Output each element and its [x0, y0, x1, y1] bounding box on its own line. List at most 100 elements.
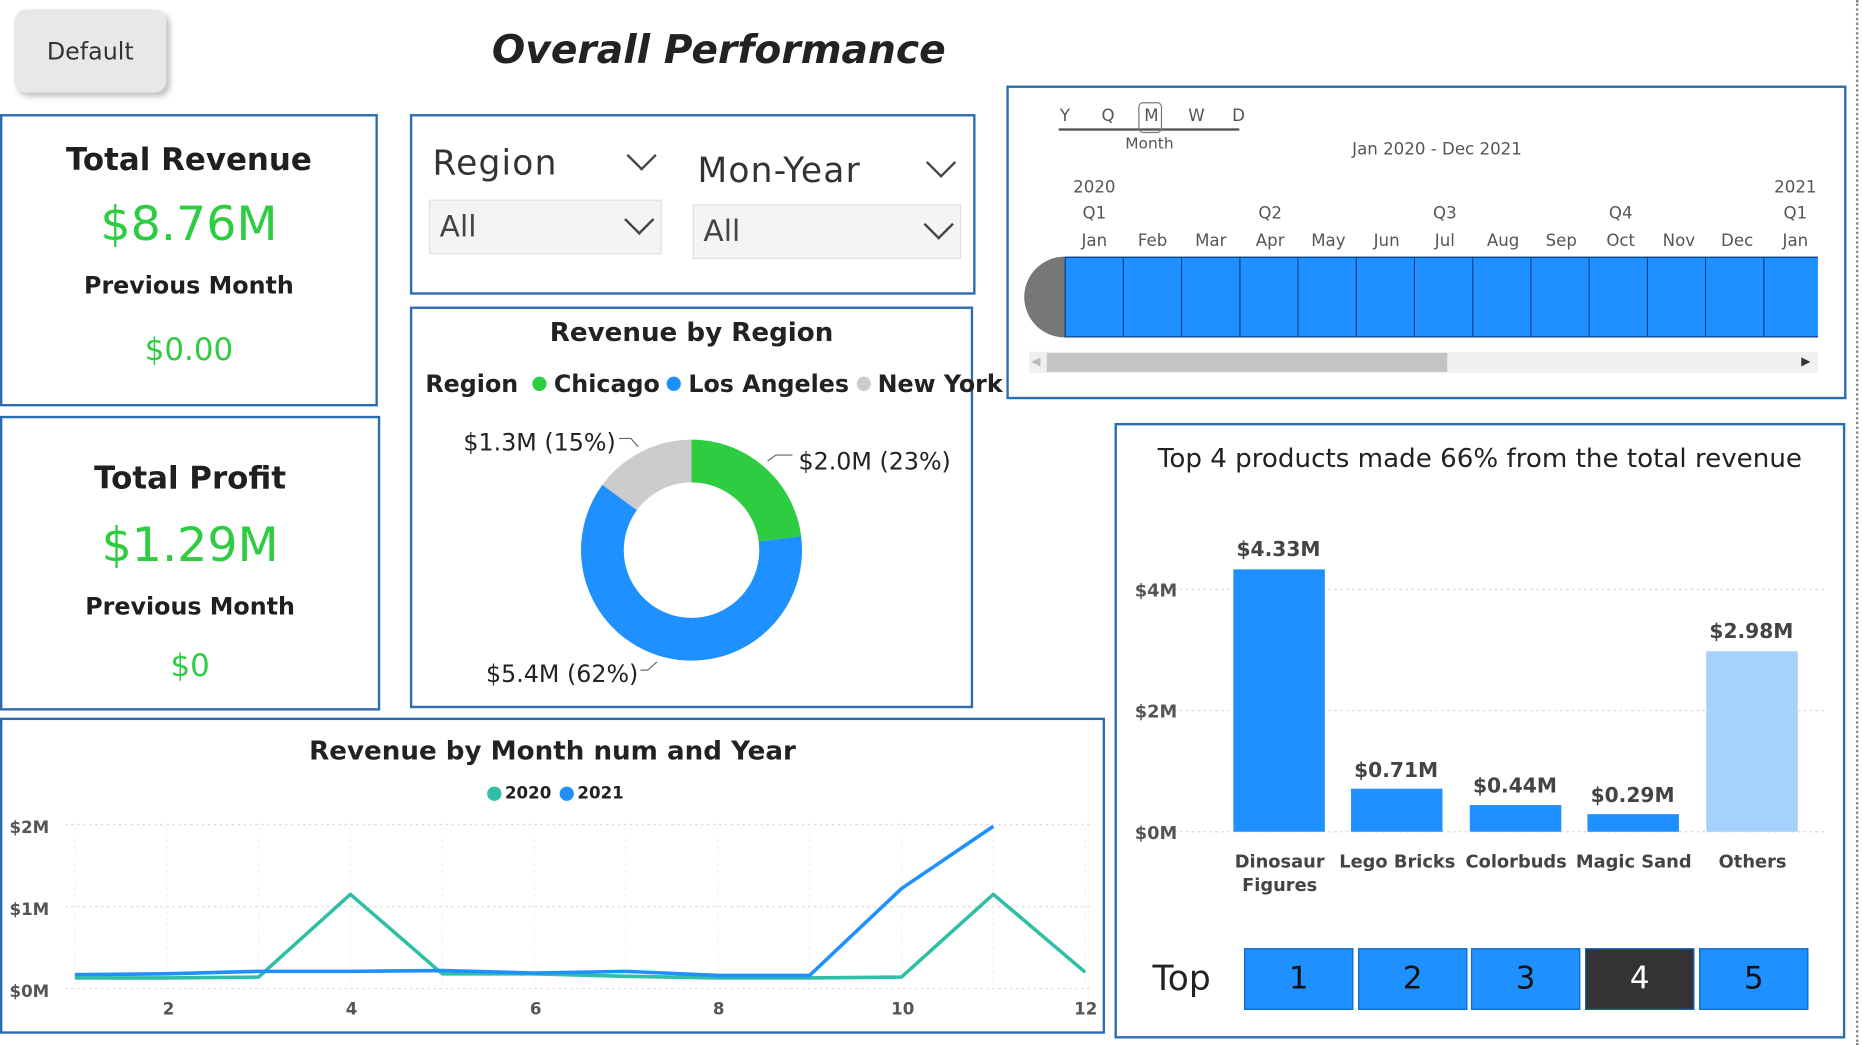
timeline-cell[interactable] — [1356, 256, 1416, 338]
bar-value-label: $0.29M — [1590, 784, 1675, 808]
bar-value-label: $0.71M — [1354, 759, 1439, 784]
bar-category-label: Dinosaur Figures — [1220, 850, 1339, 898]
chevron-down-icon[interactable] — [925, 147, 957, 178]
x-tick: 8 — [712, 1000, 725, 1020]
timeline-year: 2021 — [1774, 178, 1817, 198]
timeline-range-label: Jan 2020 - Dec 2021 — [1352, 140, 1522, 160]
total-revenue-card: Total Revenue $8.76M Previous Month $0.0… — [0, 114, 378, 407]
timeline-quarter: Q3 — [1433, 204, 1457, 224]
bar-category-label: Lego Bricks — [1339, 850, 1456, 873]
bar-others — [1706, 651, 1798, 832]
granularity-y[interactable]: Y — [1060, 107, 1070, 126]
bar-chart — [1173, 569, 1828, 833]
timeline-year: 2020 — [1073, 178, 1116, 198]
line-chart — [65, 822, 1094, 990]
bar-lego-bricks — [1350, 788, 1443, 832]
timeline-cell[interactable] — [1764, 256, 1818, 338]
timeline-cell[interactable] — [1589, 256, 1649, 338]
timeline-month: Jan — [1782, 231, 1809, 251]
timeline-cell[interactable] — [1531, 256, 1590, 338]
timeline-cell[interactable] — [1124, 256, 1183, 338]
timeline-month: Aug — [1486, 231, 1520, 251]
y-tick: $0M — [9, 982, 50, 1002]
monyear-dropdown[interactable]: All — [692, 204, 962, 260]
topn-label: Top — [1152, 957, 1211, 999]
bar-value-label: $2.98M — [1709, 620, 1794, 645]
timeline-cell[interactable] — [1298, 256, 1357, 338]
kpi-subtitle: Previous Month — [84, 270, 294, 300]
timeline-month: Jul — [1434, 231, 1455, 251]
donut-chart — [581, 437, 803, 671]
timeline-scroll-thumb[interactable] — [1046, 352, 1448, 372]
bar-category-label: Others — [1718, 850, 1787, 873]
timeline-month: Oct — [1606, 231, 1636, 251]
kpi-previous-value: $0.00 — [144, 332, 234, 369]
chevron-down-icon[interactable] — [626, 140, 657, 171]
timeline-cell[interactable] — [1415, 256, 1474, 338]
topn-option-3[interactable]: 3 — [1470, 948, 1581, 1010]
y-tick: $4M — [1134, 579, 1178, 602]
timeline-month: Jan — [1081, 231, 1108, 251]
bar-magic-sand — [1587, 814, 1679, 832]
x-tick: 2 — [162, 1000, 175, 1020]
timeline-cell[interactable] — [1706, 256, 1765, 338]
kpi-previous-value: $0 — [170, 648, 210, 685]
x-tick: 4 — [345, 1000, 358, 1020]
timeline-cell[interactable] — [1240, 256, 1299, 338]
bar-colorbuds — [1469, 805, 1562, 832]
leader-line — [767, 454, 793, 462]
granularity-m[interactable]: M — [1144, 107, 1158, 126]
timeline-month: Nov — [1662, 231, 1696, 251]
x-tick: 10 — [891, 1000, 915, 1020]
kpi-title: Total Profit — [94, 461, 287, 497]
granularity-q[interactable]: Q — [1101, 107, 1114, 126]
timeline-month: Jun — [1373, 231, 1400, 251]
timeline-cell[interactable] — [1182, 256, 1241, 338]
granularity-d[interactable]: D — [1232, 107, 1245, 126]
x-tick: 6 — [529, 1000, 542, 1020]
y-tick: $2M — [1134, 701, 1178, 723]
kpi-value: $8.76M — [100, 197, 278, 252]
bar-value-label: $0.44M — [1472, 774, 1557, 799]
region-slicer-label: Region — [432, 142, 558, 183]
bar-category-label: Colorbuds — [1465, 850, 1567, 873]
category-line: Dinosaur — [1234, 850, 1325, 873]
kpi-title: Total Revenue — [65, 142, 312, 179]
bar-value-label: $4.33M — [1236, 538, 1321, 563]
region-dropdown[interactable]: All — [428, 199, 662, 255]
dashboard-root: Default Overall Performance Total Revenu… — [0, 0, 1863, 1045]
topn-option-4[interactable]: 4 — [1585, 948, 1695, 1010]
monyear-dropdown-value: All — [703, 213, 741, 249]
timeline-month: May — [1311, 231, 1346, 251]
monyear-slicer-label: Mon-Year — [697, 149, 861, 191]
timeline-quarter: Q1 — [1082, 204, 1107, 224]
scroll-left-icon[interactable]: ◀ — [1031, 355, 1040, 368]
timeline-month: Mar — [1195, 231, 1227, 251]
page-title: Overall Performance — [491, 26, 946, 73]
topn-option-1[interactable]: 1 — [1244, 948, 1354, 1010]
leader-line — [640, 661, 658, 671]
total-profit-card: Total Profit $1.29M Previous Month $0 — [0, 415, 381, 711]
slicer-panel: Region All Mon-Year All — [409, 114, 976, 295]
timeline-month: Apr — [1255, 231, 1285, 251]
granularity-label: Month — [1125, 135, 1174, 154]
timeline-quarter: Q1 — [1783, 204, 1808, 224]
timeline-cell[interactable] — [1473, 256, 1532, 338]
default-button[interactable]: Default — [14, 9, 167, 93]
topn-option-5[interactable]: 5 — [1699, 948, 1809, 1010]
granularity-w[interactable]: W — [1188, 107, 1204, 126]
bar-dinosaur-figures — [1233, 569, 1325, 832]
timeline-cell[interactable] — [1648, 256, 1707, 338]
granularity-selector[interactable]: Y Q M W D Month — [1058, 102, 1249, 155]
timeline-cell[interactable] — [1064, 256, 1125, 338]
donut-label-new-york: $1.3M (15%) — [463, 427, 616, 457]
y-tick: $2M — [9, 818, 50, 838]
region-dropdown-value: All — [439, 209, 477, 244]
donut-label-chicago: $2.0M (23%) — [798, 446, 951, 476]
timeline-month: Feb — [1137, 231, 1168, 251]
page-edge-divider — [1855, 0, 1860, 1045]
scroll-right-icon[interactable]: ▶ — [1801, 355, 1810, 368]
timeline-month: Sep — [1545, 231, 1577, 251]
topn-option-2[interactable]: 2 — [1358, 948, 1468, 1010]
donut-label-los-angeles: $5.4M (62%) — [485, 659, 639, 688]
